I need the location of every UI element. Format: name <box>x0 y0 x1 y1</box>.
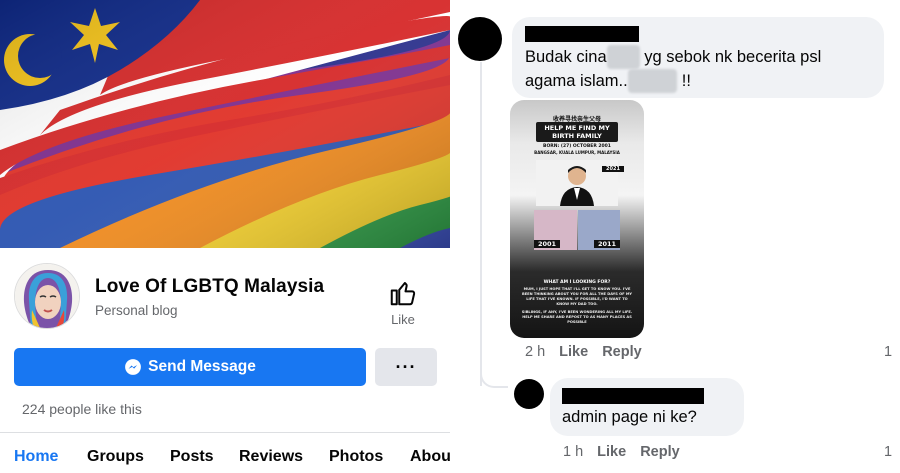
tab-home[interactable]: Home <box>14 448 58 466</box>
send-message-button[interactable]: Send Message <box>14 348 366 386</box>
reply-thread-line <box>480 62 482 386</box>
tab-about[interactable]: Abou <box>410 448 450 466</box>
cover-photo[interactable] <box>0 0 450 248</box>
like-page-button[interactable]: Like <box>382 278 424 327</box>
messenger-icon <box>125 359 142 375</box>
redacted-word: xxxx <box>606 45 640 69</box>
poster-year-2011: 2011 <box>594 240 620 248</box>
reply-reply-button[interactable]: Reply <box>640 444 680 460</box>
send-message-label: Send Message <box>148 358 256 375</box>
comment-timestamp[interactable]: 2 h <box>525 344 545 360</box>
reply-like-button[interactable]: Like <box>597 444 626 460</box>
page-tab-bar: Home Groups Posts Reviews Photos Abou <box>0 433 450 473</box>
thumbs-up-icon <box>390 282 416 306</box>
comment-reaction-count[interactable]: 1 <box>884 344 892 360</box>
reply-bubble: admin page ni ke? <box>550 378 744 436</box>
comment-reply-button[interactable]: Reply <box>602 344 642 360</box>
poster-message: MUM, I JUST HOPE THAT I'LL GET TO KNOW Y… <box>521 287 633 306</box>
poster-headline-2: BIRTH FAMILY <box>552 132 602 140</box>
comment-text-part: !! <box>677 72 691 90</box>
more-options-button[interactable]: ··· <box>375 348 437 386</box>
page-title[interactable]: Love Of LGBTQ Malaysia <box>95 276 324 298</box>
tab-groups[interactable]: Groups <box>87 448 144 466</box>
tab-photos[interactable]: Photos <box>329 448 383 466</box>
reply-avatar[interactable] <box>514 379 544 409</box>
poster-year-2001: 2001 <box>534 240 560 248</box>
comment-image-attachment[interactable]: 收养寻找亲生父母 HELP ME FIND MY BIRTH FAMILY BO… <box>510 100 644 338</box>
comment-text-part: Budak cina <box>525 48 607 66</box>
reply-timestamp[interactable]: 1 h <box>563 444 583 460</box>
poster-location: BANGSAR, KUALA LUMPUR, MALAYSIA <box>534 150 620 155</box>
comment-text: Budak cinaxxxx yg sebok nk becerita psl … <box>525 45 875 93</box>
redacted-word: xxxxxx <box>627 69 678 93</box>
page-avatar[interactable] <box>14 263 80 329</box>
like-label: Like <box>391 312 415 327</box>
more-options-icon: ··· <box>395 356 417 377</box>
commenter-avatar[interactable] <box>458 17 502 61</box>
page-category: Personal blog <box>95 303 178 318</box>
comment-actions: 2 h Like Reply <box>525 344 642 360</box>
reply-reaction-count[interactable]: 1 <box>884 444 892 460</box>
tab-posts[interactable]: Posts <box>170 448 214 466</box>
redacted-commenter-name <box>525 26 639 42</box>
comment-thread: Budak cinaxxxx yg sebok nk becerita psl … <box>454 0 900 473</box>
poster-subheading: WHAT AM I LOOKING FOR? <box>543 280 611 285</box>
redacted-reply-author <box>562 388 704 404</box>
reply-actions: 1 h Like Reply <box>563 444 680 460</box>
reply-text: admin page ni ke? <box>562 408 697 426</box>
flag-cover-image <box>0 0 450 248</box>
reply-thread-hook <box>480 360 508 388</box>
poster-year-2021: 2021 <box>602 166 624 172</box>
avatar-illustration <box>15 264 79 328</box>
poster-born: BORN: (27) OCTOBER 2001 <box>543 144 611 149</box>
page-likes-count: 224 people like this <box>22 401 142 417</box>
tab-reviews[interactable]: Reviews <box>239 448 303 466</box>
poster-headline-1: HELP ME FIND MY <box>544 124 610 132</box>
facebook-page-card: Love Of LGBTQ Malaysia Personal blog Lik… <box>0 0 450 473</box>
comment-bubble: Budak cinaxxxx yg sebok nk becerita psl … <box>512 17 884 98</box>
poster-siblings: SIBLINGS, IF ANY, I'VE BEEN WONDERING AL… <box>521 310 633 324</box>
comment-like-button[interactable]: Like <box>559 344 588 360</box>
